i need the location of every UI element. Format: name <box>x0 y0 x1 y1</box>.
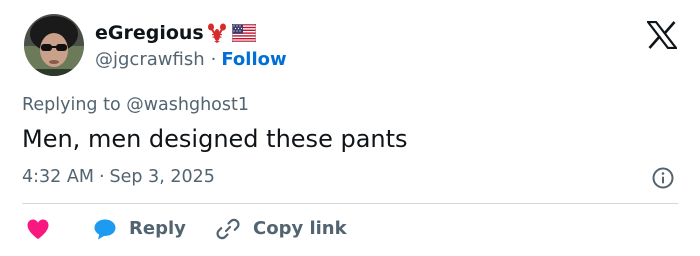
heart-icon <box>27 219 49 239</box>
reply-label: Reply <box>129 218 186 239</box>
separator-dot: · <box>98 167 105 187</box>
tweet-time: 4:32 AM <box>22 167 94 187</box>
author-handle[interactable]: @jgcrawfish <box>95 49 205 70</box>
reply-bubble-icon <box>94 219 116 240</box>
avatar[interactable] <box>24 14 84 76</box>
copy-link-button[interactable]: Copy link <box>215 216 347 242</box>
author-display-name[interactable]: eGregious <box>95 20 204 46</box>
info-icon[interactable] <box>651 166 675 190</box>
like-button[interactable] <box>26 216 50 242</box>
lobster-emoji-icon <box>208 23 226 43</box>
tweet-date: Sep 3, 2025 <box>109 167 215 187</box>
avatar-image <box>24 14 84 76</box>
us-flag-icon <box>232 24 256 42</box>
tweet-text: Men, men designed these pants <box>22 125 408 153</box>
divider <box>22 203 678 204</box>
copy-link-label: Copy link <box>253 218 347 239</box>
link-icon <box>216 218 240 240</box>
tweet-timestamp[interactable]: 4:32 AM · Sep 3, 2025 <box>22 165 215 189</box>
follow-button[interactable]: Follow <box>221 49 286 70</box>
separator-dot: · <box>210 49 217 70</box>
author-handle-row: @jgcrawfish · Follow <box>95 48 287 72</box>
reply-button[interactable]: Reply <box>93 216 186 242</box>
author-badges <box>206 20 256 46</box>
replying-to-text[interactable]: Replying to @washghost1 <box>22 93 249 117</box>
x-logo-icon[interactable] <box>647 21 677 49</box>
